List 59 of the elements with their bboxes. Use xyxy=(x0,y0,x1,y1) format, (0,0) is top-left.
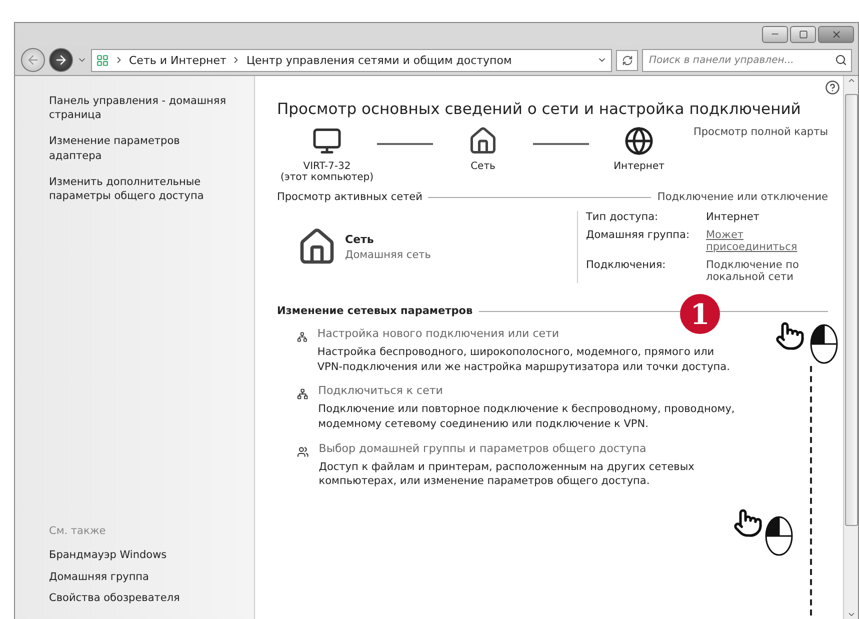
refresh-button[interactable] xyxy=(616,50,638,70)
task-link[interactable]: Подключиться к сети xyxy=(318,384,737,398)
scrollbar[interactable] xyxy=(843,76,858,619)
task-link[interactable]: Выбор домашней группы и параметров общего доступа xyxy=(318,442,737,455)
connect-disconnect-link[interactable]: Подключение или отключение xyxy=(657,191,828,203)
section-heading: Просмотр активных сетей xyxy=(277,191,422,203)
connection-line xyxy=(533,143,589,145)
breadcrumb[interactable]: Центр управления сетями и общим доступом xyxy=(246,54,512,66)
control-panel-icon xyxy=(96,54,109,66)
search-icon[interactable] xyxy=(835,54,847,66)
task-description: Подключение или повторное подключение к беспроводному, проводному, модемному сетевому соединению или подключение к VPN. xyxy=(318,402,736,432)
property-value: Интернет xyxy=(706,211,760,223)
sidebar-link[interactable]: Изменение параметров адаптера xyxy=(49,134,234,163)
scroll-down-icon[interactable] xyxy=(846,610,856,619)
homegroup-link[interactable]: Может присоединиться xyxy=(706,229,816,253)
mouse-left-click-icon xyxy=(765,516,793,556)
maximize-button[interactable] xyxy=(790,26,816,42)
maximize-icon xyxy=(798,30,808,38)
mouse-left-click-icon xyxy=(810,324,838,364)
property-label: Домашняя группа: xyxy=(586,229,691,241)
node-label: Сеть xyxy=(470,161,496,172)
forward-arrow-icon xyxy=(54,53,68,67)
sidebar-link[interactable]: Панель управления - домашняя страница xyxy=(49,94,234,122)
network-name: Сеть xyxy=(345,233,375,246)
connection-link[interactable]: Подключение по локальной сети xyxy=(706,259,824,283)
see-also-link[interactable]: Брандмауэр Windows xyxy=(49,548,234,563)
step-number-badge: 1 xyxy=(680,294,720,334)
task-description: Настройка беспроводного, широкополосного, модемного, прямого или VPN-подключения или же настройка маршрутизатора или точки доступа. xyxy=(317,345,731,374)
node-label: Интернет xyxy=(614,161,664,172)
connection-line xyxy=(377,143,433,145)
address-bar[interactable]: Сеть и Интернет Центр управления сетями и общим доступом xyxy=(91,48,612,72)
back-button[interactable] xyxy=(21,48,45,72)
see-also-heading: См. также xyxy=(49,525,107,538)
see-also-link[interactable]: Свойства обозревателя xyxy=(49,590,234,605)
computer-icon xyxy=(312,126,342,156)
scroll-up-icon[interactable] xyxy=(846,76,856,85)
task-description: Доступ к файлам и принтерам, расположенным на других сетевых компьютерах, или изменение параметров общего доступа. xyxy=(318,460,696,490)
network-type: Домашняя сеть xyxy=(345,249,431,261)
hand-cursor-icon xyxy=(775,321,805,351)
close-icon xyxy=(830,28,842,40)
forward-button[interactable] xyxy=(49,48,73,72)
page-title: Просмотр основных сведений о сети и настройка подключений xyxy=(277,100,802,118)
search-field[interactable]: Поиск в панели управлен... xyxy=(642,48,852,72)
minimize-button[interactable] xyxy=(762,26,788,42)
section-heading: Изменение сетевых параметров xyxy=(277,305,473,317)
property-label: Тип доступа: xyxy=(586,211,660,223)
house-icon xyxy=(468,126,498,156)
node-label: VIRT-7-32 (этот компьютер) xyxy=(280,161,374,183)
hand-cursor-icon xyxy=(733,508,763,538)
breadcrumb[interactable]: Сеть и Интернет xyxy=(129,54,226,66)
help-icon[interactable] xyxy=(825,80,840,95)
full-map-link[interactable]: Просмотр полной карты xyxy=(693,126,828,138)
sidebar-link[interactable]: Изменить дополнительные параметры общего доступа xyxy=(49,174,234,204)
property-label: Подключения: xyxy=(586,259,667,271)
see-also-link[interactable]: Домашняя группа xyxy=(49,570,234,584)
globe-icon xyxy=(624,126,654,156)
close-button[interactable] xyxy=(818,26,854,42)
back-arrow-icon xyxy=(26,53,40,67)
refresh-icon xyxy=(622,54,632,66)
